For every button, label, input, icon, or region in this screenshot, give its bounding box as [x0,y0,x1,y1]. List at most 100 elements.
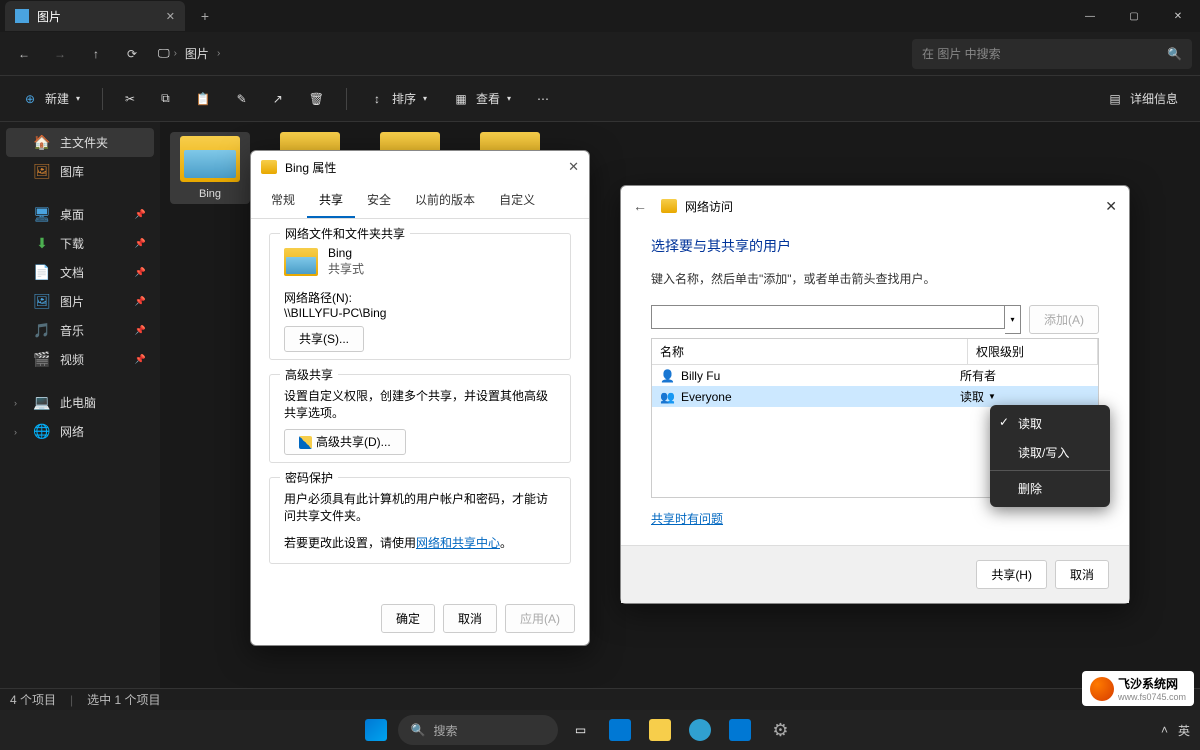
rename-button[interactable]: ✎ [227,86,257,112]
sidebar-item[interactable]: ⬇下载📌 [6,229,154,258]
edge-icon [689,719,711,741]
view-button[interactable]: ▦ 查看 ▾ [443,84,521,113]
props-tab[interactable]: 常规 [259,183,307,218]
settings-icon: ⚙ [772,720,788,741]
props-tab[interactable]: 自定义 [487,183,547,218]
more-button[interactable]: ⋯ [527,86,559,112]
network-center-link[interactable]: 网络和共享中心 [416,536,500,550]
sidebar-item[interactable]: 📄文档📌 [6,258,154,287]
netpath-value: \\BILLYFU-PC\Bing [284,306,556,320]
help-link[interactable]: 共享时有问题 [651,512,723,526]
start-button[interactable] [358,712,394,748]
share-subtitle: 键入名称，然后单击"添加"，或者单击箭头查找用户。 [651,270,1099,287]
taskbar-app[interactable] [722,712,758,748]
breadcrumb-seg[interactable]: 图片 [181,45,213,62]
network-access-dialog: ← 网络访问 ✕ 选择要与其共享的用户 键入名称，然后单击"添加"，或者单击箭头… [620,185,1130,604]
nav-icon: 🖼 [34,164,50,180]
sort-button[interactable]: ↕ 排序 ▾ [359,84,437,113]
nav-icon: 📄 [34,265,50,281]
cancel-button[interactable]: 取消 [1055,560,1109,589]
delete-button[interactable]: 🗑 [299,86,334,112]
dropdown-icon[interactable]: ▾ [1005,305,1021,334]
menu-item-readwrite[interactable]: 读取/写入 [990,438,1110,467]
share-button[interactable]: 共享(S)... [284,326,364,352]
search-input[interactable]: 在 图片 中搜索 🔍 [912,39,1192,69]
sidebar-label: 此电脑 [60,394,96,411]
props-tab[interactable]: 共享 [307,183,355,218]
ime-indicator[interactable]: 英 [1178,722,1190,739]
sidebar-item[interactable]: 🖼图库 [6,157,154,186]
table-row[interactable]: 👤Billy Fu所有者 [652,365,1098,386]
chevron-up-icon[interactable]: ˄ [1161,723,1168,737]
permission-cell[interactable]: 读取 ▼ [960,388,1090,405]
window-tab[interactable]: 图片 ✕ [5,1,185,31]
sidebar: 🏠主文件夹🖼图库🖥桌面📌⬇下载📌📄文档📌🖼图片📌🎵音乐📌🎬视频📌›💻此电脑›🌐网… [0,122,160,688]
nav-icon: 🌐 [34,424,50,440]
sidebar-label: 网络 [60,423,84,440]
paste-button[interactable]: 📋 [186,86,221,112]
share-button[interactable]: ↗ [263,86,293,112]
taskbar-app[interactable] [642,712,678,748]
col-perm[interactable]: 权限级别 [968,339,1098,364]
folder-icon [284,248,318,276]
cancel-button[interactable]: 取消 [443,604,497,633]
taskbar-app[interactable] [602,712,638,748]
sidebar-item[interactable]: 🏠主文件夹 [6,128,154,157]
maximize-button[interactable]: ▢ [1112,0,1156,32]
new-tab-button[interactable]: + [191,2,219,30]
back-button[interactable]: ← [8,38,40,70]
cut-button[interactable]: ✂ [115,86,145,112]
nav-icon: 🎬 [34,352,50,368]
sidebar-item[interactable]: 🎬视频📌 [6,345,154,374]
close-icon[interactable]: ✕ [568,159,579,175]
folder-item[interactable]: Bing [170,132,250,204]
search-placeholder: 在 图片 中搜索 [922,45,1001,62]
apply-button[interactable]: 应用(A) [505,604,575,633]
table-row[interactable]: 👥Everyone读取 ▼ [652,386,1098,407]
ok-button[interactable]: 确定 [381,604,435,633]
view-icon: ▦ [453,91,469,107]
user-input[interactable] [651,305,1005,329]
add-button[interactable]: 添加(A) [1029,305,1099,334]
group-title: 网络文件和文件夹共享 [280,225,410,242]
breadcrumb[interactable]: 🖵 › 图片 › [158,45,220,62]
share-confirm-button[interactable]: 共享(H) [976,560,1047,589]
sidebar-item[interactable]: 🎵音乐📌 [6,316,154,345]
chevron-down-icon: ▾ [507,94,511,103]
advanced-share-button[interactable]: 高级共享(D)... [284,429,406,455]
forward-button[interactable]: → [44,38,76,70]
close-icon[interactable]: ✕ [1105,198,1117,215]
close-tab-icon[interactable]: ✕ [166,10,175,23]
sidebar-item[interactable]: 🖥桌面📌 [6,200,154,229]
props-tab[interactable]: 安全 [355,183,403,218]
taskbar-app[interactable] [682,712,718,748]
menu-item-read[interactable]: 读取 [990,409,1110,438]
taskbar-app[interactable]: ⚙ [762,712,798,748]
menu-item-remove[interactable]: 删除 [990,474,1110,503]
pin-icon: 📌 [135,325,146,336]
up-button[interactable]: ↑ [80,38,112,70]
folder-name: Bing [328,246,364,260]
col-name[interactable]: 名称 [652,339,968,364]
close-window-button[interactable]: ✕ [1156,0,1200,32]
sidebar-item[interactable]: ›💻此电脑 [6,388,154,417]
new-button[interactable]: ⊕ 新建 ▾ [12,84,90,113]
refresh-button[interactable]: ⟳ [116,38,148,70]
back-icon[interactable]: ← [633,198,647,214]
taskbar: 🔍 搜索 ▭ ⚙ ˄ 英 [0,710,1200,750]
minimize-button[interactable]: — [1068,0,1112,32]
task-view-icon: ▭ [575,723,586,737]
share-state: 共享式 [328,260,364,277]
details-button[interactable]: ▤ 详细信息 [1097,84,1188,113]
nav-icon: ⬇ [34,236,50,252]
sidebar-label: 音乐 [60,322,84,339]
task-view-button[interactable]: ▭ [562,712,598,748]
chevron-right-icon: › [14,427,24,437]
properties-dialog: Bing 属性 ✕ 常规共享安全以前的版本自定义 网络文件和文件夹共享 Bing… [250,150,590,646]
props-tab[interactable]: 以前的版本 [403,183,487,218]
copy-button[interactable]: ⧉ [151,85,180,112]
taskbar-search[interactable]: 🔍 搜索 [398,715,558,745]
sidebar-item[interactable]: › 🌐 网络 [6,417,154,446]
nav-icon: 🏠 [34,135,50,151]
sidebar-item[interactable]: 🖼图片📌 [6,287,154,316]
